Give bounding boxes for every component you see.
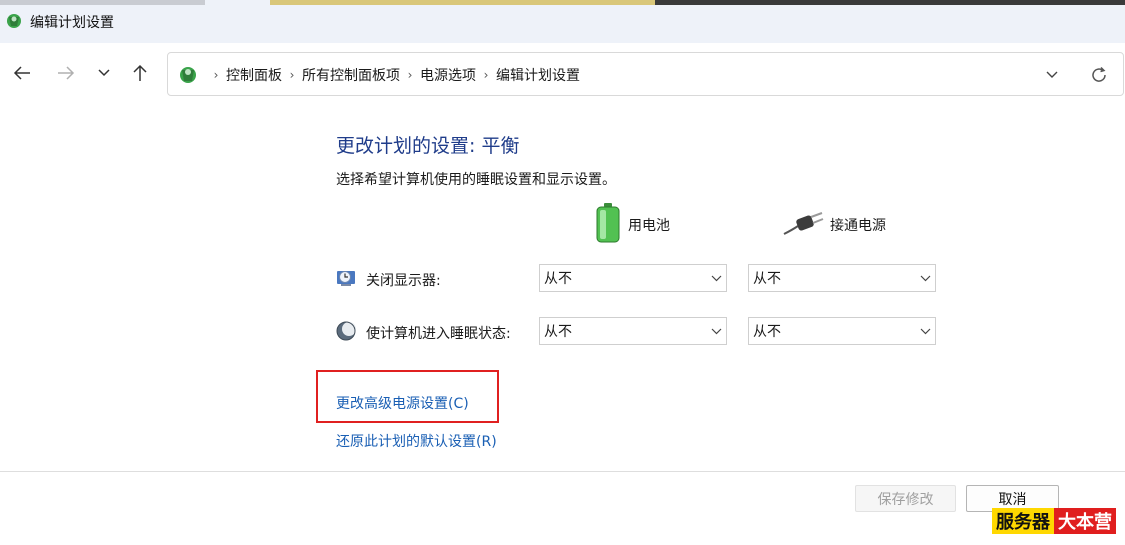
breadcrumb-separator-icon: › [289,68,295,82]
chevron-down-icon [98,69,110,77]
power-plug-icon [782,210,824,240]
background-strip [655,0,1125,5]
refresh-icon [1092,66,1106,82]
breadcrumb-separator-icon: › [407,68,413,82]
turn-off-display-label: 关闭显示器: [366,273,441,289]
sleep-battery-select[interactable]: 从不 [539,317,727,345]
battery-icon [594,202,622,248]
control-panel-icon [5,12,23,30]
sleep-label: 使计算机进入睡眠状态: [366,326,511,342]
chevron-down-icon [706,275,726,282]
up-button[interactable] [126,59,154,87]
breadcrumb-item-power-options[interactable]: 电源选项 [420,65,476,85]
select-value: 从不 [753,324,781,340]
breadcrumb-item-edit-plan[interactable]: 编辑计划设置 [496,65,580,85]
breadcrumb-item-control-panel[interactable]: 控制面板 [226,65,282,85]
watermark-logo: 服务器 大本营 [992,508,1116,534]
arrow-up-icon [133,64,147,81]
background-strip [270,0,655,5]
chevron-down-icon [706,328,726,335]
arrow-right-icon [58,66,75,80]
title-bar: 编辑计划设置 [0,0,1125,43]
page-title: 更改计划的设置: 平衡 [336,135,520,157]
column-header-battery: 用电池 [594,202,670,248]
control-panel-icon [177,64,199,86]
advanced-power-settings-link[interactable]: 更改高级电源设置(C) [336,393,469,413]
chevron-down-icon [915,275,935,282]
recent-locations-button[interactable] [90,59,118,87]
address-history-button[interactable] [1040,65,1064,85]
column-label-plugged-in: 接通电源 [830,218,886,234]
turn-off-display-battery-select[interactable]: 从不 [539,264,727,292]
address-bar[interactable]: › 控制面板 › 所有控制面板项 › 电源选项 › 编辑计划设置 [167,52,1124,96]
column-header-plugged-in: 接通电源 [782,202,886,248]
watermark-text-part2: 大本营 [1054,508,1116,534]
watermark-text-part1: 服务器 [992,508,1054,534]
turn-off-display-plugged-select[interactable]: 从不 [748,264,936,292]
column-label-battery: 用电池 [628,218,670,234]
chevron-down-icon [915,328,935,335]
moon-icon [336,321,356,341]
refresh-button[interactable] [1088,64,1110,86]
restore-defaults-link[interactable]: 还原此计划的默认设置(R) [336,431,497,451]
select-value: 从不 [753,271,781,287]
breadcrumb-separator-icon: › [483,68,489,82]
display-clock-icon [336,268,356,288]
select-value: 从不 [544,271,572,287]
footer-divider [0,471,1125,472]
breadcrumb-separator-icon: › [213,68,219,82]
window-title: 编辑计划设置 [30,15,114,31]
breadcrumb-item-all-items[interactable]: 所有控制面板项 [302,65,400,85]
background-strip [0,0,205,5]
arrow-left-icon [13,66,30,80]
forward-button[interactable] [52,59,80,87]
breadcrumb: › 控制面板 › 所有控制面板项 › 电源选项 › 编辑计划设置 [206,65,580,85]
select-value: 从不 [544,324,572,340]
navigation-bar: › 控制面板 › 所有控制面板项 › 电源选项 › 编辑计划设置 [0,43,1125,105]
page-subtitle: 选择希望计算机使用的睡眠设置和显示设置。 [336,172,616,188]
chevron-down-icon [1046,71,1058,78]
sleep-plugged-select[interactable]: 从不 [748,317,936,345]
save-button[interactable]: 保存修改 [855,485,956,512]
back-button[interactable] [8,59,36,87]
